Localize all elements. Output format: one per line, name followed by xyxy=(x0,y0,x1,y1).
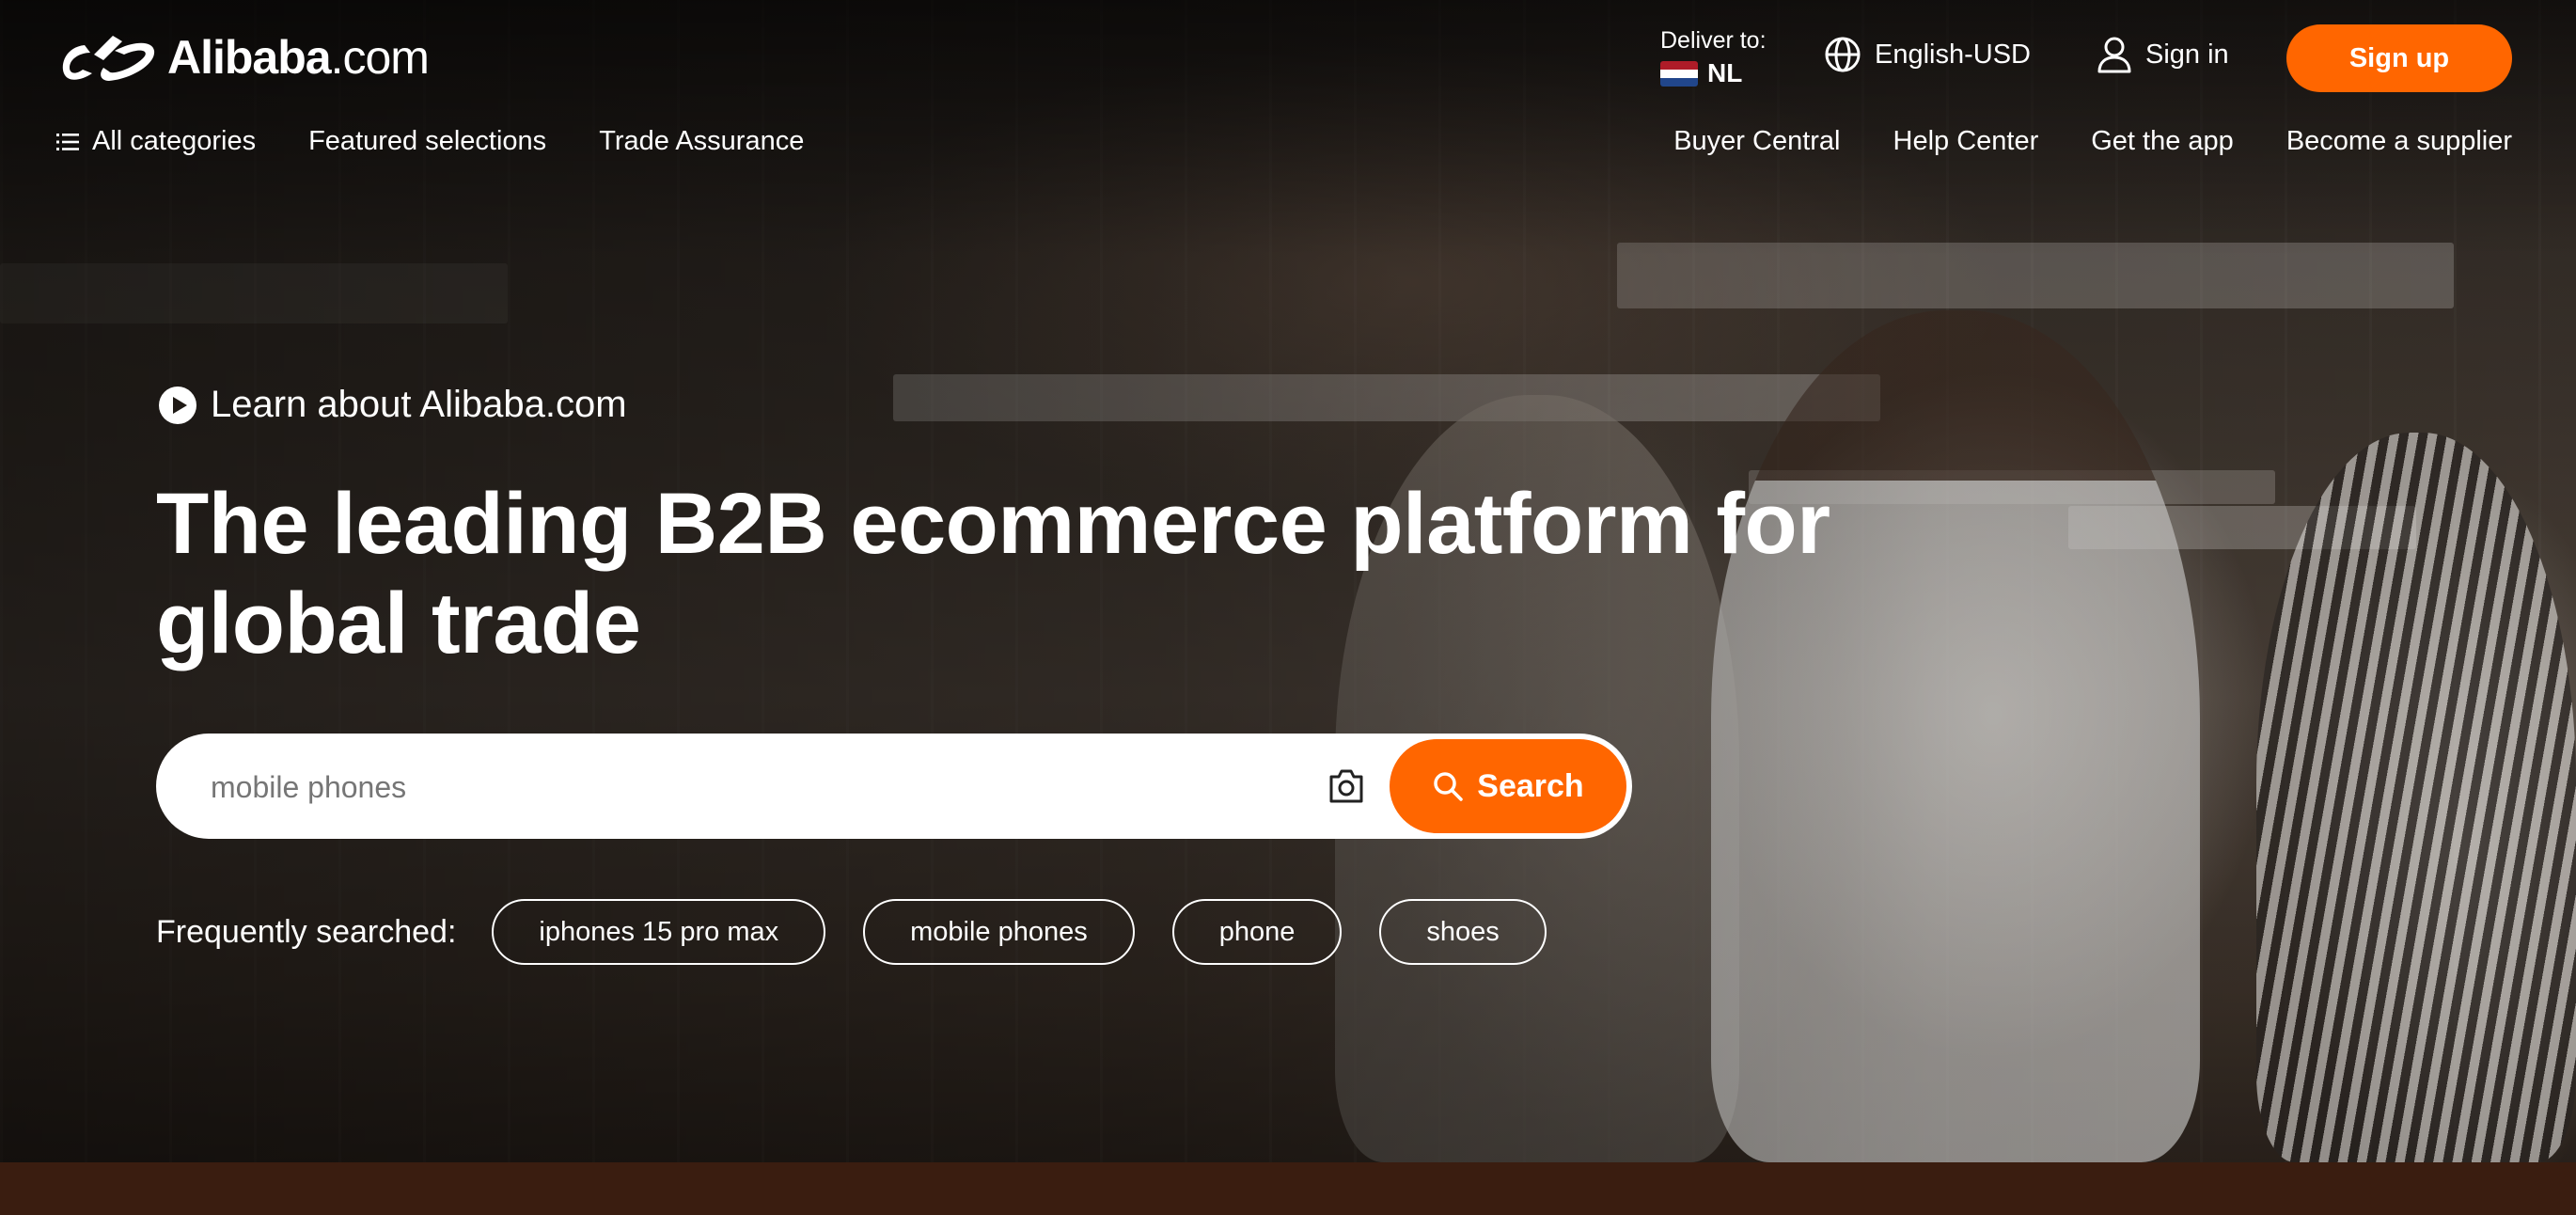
alibaba-logo-icon xyxy=(62,36,155,81)
alibaba-logo[interactable]: Alibaba.com xyxy=(56,26,430,88)
search-chip[interactable]: mobile phones xyxy=(863,899,1135,965)
secondary-nav: Buyer Central Help Center Get the app Be… xyxy=(1673,126,2512,157)
primary-nav: All categories Featured selections Trade… xyxy=(56,126,804,157)
language-currency-selector[interactable]: English-USD xyxy=(1824,36,2031,73)
nav-become-a-supplier[interactable]: Become a supplier xyxy=(2286,126,2512,157)
frequently-searched: Frequently searched: iphones 15 pro max … xyxy=(156,899,1547,965)
search-input[interactable] xyxy=(209,758,1341,816)
globe-icon xyxy=(1825,37,1861,72)
nav-all-categories[interactable]: All categories xyxy=(56,126,256,157)
sign-up-button[interactable]: Sign up xyxy=(2286,24,2512,92)
bottom-band xyxy=(0,1162,2576,1215)
menu-icon xyxy=(56,133,79,150)
nav-get-the-app[interactable]: Get the app xyxy=(2091,126,2234,157)
user-icon xyxy=(2097,37,2131,73)
nav-help-center[interactable]: Help Center xyxy=(1893,126,2039,157)
nav-trade-assurance[interactable]: Trade Assurance xyxy=(599,126,804,157)
search-button-label: Search xyxy=(1477,767,1584,804)
deliver-to-selector[interactable]: Deliver to: NL xyxy=(1660,26,1767,88)
search-button[interactable]: Search xyxy=(1390,739,1626,833)
deliver-to-label: Deliver to: xyxy=(1660,27,1767,54)
learn-about-label: Learn about Alibaba.com xyxy=(211,384,627,425)
logo-text: Alibaba.com xyxy=(167,31,430,84)
hero-headline: The leading B2B ecommerce platform for g… xyxy=(156,476,1830,671)
search-bar: Search xyxy=(156,734,1632,839)
search-chip[interactable]: shoes xyxy=(1379,899,1547,965)
nav-label: All categories xyxy=(92,126,257,156)
search-chip[interactable]: iphones 15 pro max xyxy=(492,899,826,965)
play-icon xyxy=(159,386,196,424)
language-currency-label: English-USD xyxy=(1875,39,2031,70)
nav-featured-selections[interactable]: Featured selections xyxy=(308,126,546,157)
netherlands-flag-icon xyxy=(1660,60,1698,87)
search-icon xyxy=(1434,772,1464,801)
nav-buyer-central[interactable]: Buyer Central xyxy=(1673,126,1840,157)
camera-icon[interactable] xyxy=(1326,765,1367,807)
search-chip[interactable]: phone xyxy=(1171,899,1343,965)
sign-in-link[interactable]: Sign in xyxy=(2097,36,2229,73)
learn-about-link[interactable]: Learn about Alibaba.com xyxy=(158,384,627,426)
frequently-searched-label: Frequently searched: xyxy=(156,913,457,950)
deliver-country: NL xyxy=(1707,58,1743,87)
sign-in-label: Sign in xyxy=(2145,39,2229,70)
